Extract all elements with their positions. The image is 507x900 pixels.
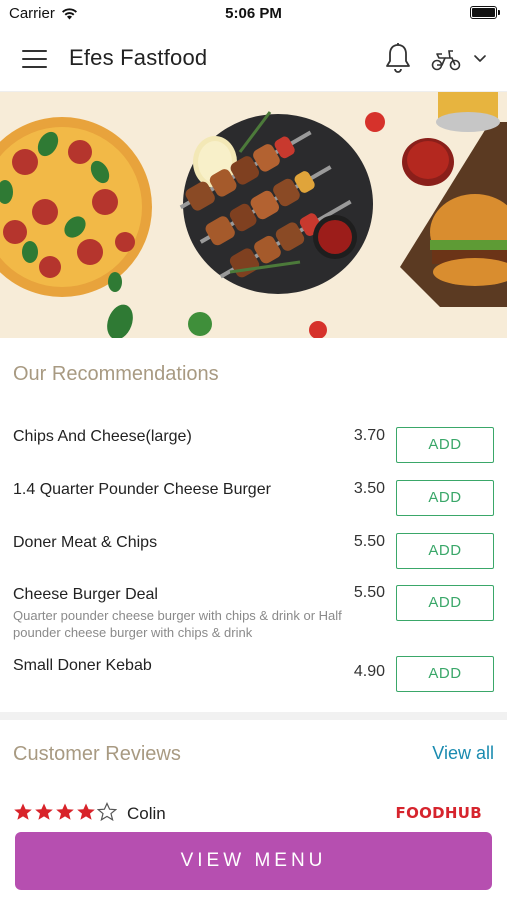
add-button[interactable]: ADD bbox=[396, 533, 494, 569]
clock: 5:06 PM bbox=[225, 5, 282, 22]
reviewer-name: Colin bbox=[127, 804, 166, 823]
reviews-title: Customer Reviews bbox=[13, 743, 181, 765]
star-empty-icon bbox=[97, 802, 117, 822]
item-name: Chips And Cheese(large) bbox=[13, 428, 192, 445]
status-bar: Carrier 5:06 PM bbox=[0, 0, 507, 26]
scooter-icon[interactable] bbox=[430, 46, 462, 72]
restaurant-title: Efes Fastfood bbox=[69, 45, 208, 70]
chevron-down-icon[interactable] bbox=[472, 52, 488, 66]
review-rating bbox=[13, 802, 117, 822]
item-price: 5.50 bbox=[353, 584, 385, 601]
foodhub-logo: FOODHUB bbox=[395, 804, 482, 822]
add-button[interactable]: ADD bbox=[396, 480, 494, 516]
add-button[interactable]: ADD bbox=[396, 585, 494, 621]
app-header: Efes Fastfood bbox=[0, 26, 507, 92]
item-price: 4.90 bbox=[353, 663, 385, 680]
battery-icon bbox=[470, 6, 500, 19]
recommendations-section: Our Recommendations Chips And Cheese(lar… bbox=[0, 338, 507, 712]
menu-icon[interactable] bbox=[22, 50, 47, 68]
item-name: 1.4 Quarter Pounder Cheese Burger bbox=[13, 481, 271, 498]
bell-icon[interactable] bbox=[384, 42, 412, 74]
item-price: 3.70 bbox=[353, 427, 385, 444]
item-name: Cheese Burger Deal bbox=[13, 586, 158, 603]
view-menu-button[interactable]: VIEW MENU bbox=[15, 832, 492, 890]
view-all-link[interactable]: View all bbox=[432, 743, 494, 764]
star-filled-icon bbox=[35, 803, 53, 820]
item-price: 3.50 bbox=[353, 480, 385, 497]
add-button[interactable]: ADD bbox=[396, 427, 494, 463]
star-filled-icon bbox=[56, 803, 74, 820]
food-banner-illustration bbox=[0, 92, 507, 338]
star-filled-icon bbox=[14, 803, 32, 820]
recommendations-title: Our Recommendations bbox=[13, 363, 219, 385]
item-name: Doner Meat & Chips bbox=[13, 534, 158, 551]
item-name: Small Doner Kebab bbox=[13, 657, 152, 674]
food-banner-image bbox=[0, 92, 507, 338]
add-button[interactable]: ADD bbox=[396, 656, 494, 692]
section-divider bbox=[0, 712, 507, 720]
item-price: 5.50 bbox=[353, 533, 385, 550]
star-filled-icon bbox=[77, 803, 95, 820]
item-description: Quarter pounder cheese burger with chips… bbox=[13, 608, 342, 640]
